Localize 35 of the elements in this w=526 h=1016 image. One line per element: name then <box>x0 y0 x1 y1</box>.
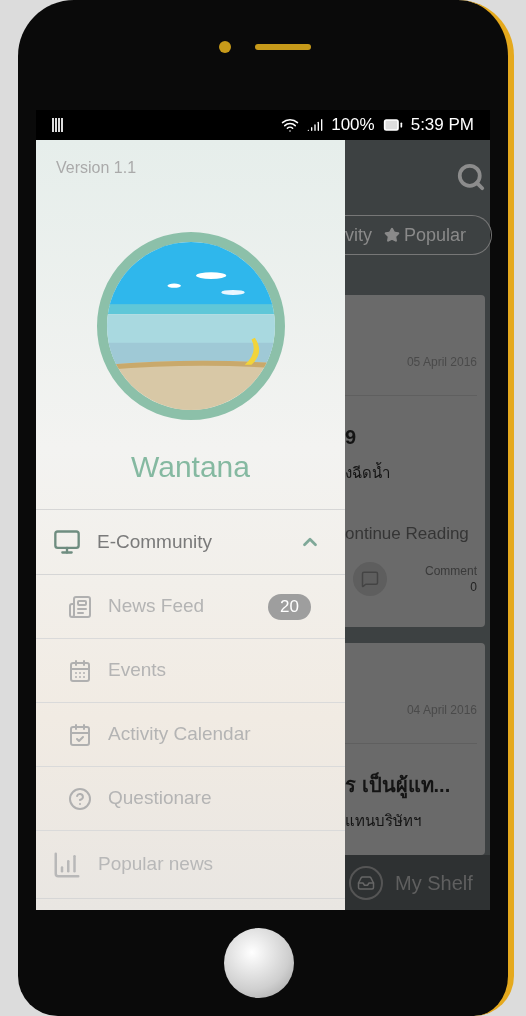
shelf-icon <box>357 873 375 892</box>
count-badge: 20 <box>268 593 311 620</box>
menu-label: E-Community <box>97 529 214 554</box>
newspaper-icon <box>68 594 92 619</box>
search-icon[interactable] <box>456 162 486 192</box>
calendar-icon <box>68 658 92 683</box>
card-title: ร เป็นผู้แท... <box>345 770 477 800</box>
tab[interactable]: vity <box>345 221 372 249</box>
battery-percent: 100% <box>331 114 375 137</box>
barcode-icon <box>52 118 64 132</box>
card-title: 9 <box>345 425 358 450</box>
comment-count: 0 <box>470 579 477 595</box>
version-label: Version 1.1 <box>56 158 137 178</box>
star-icon <box>384 227 400 243</box>
comment-button[interactable] <box>353 562 387 596</box>
tab[interactable]: Popular <box>384 221 467 249</box>
clock: 5:39 PM <box>410 114 474 137</box>
user-name: Wantana <box>131 449 250 485</box>
menu-item[interactable]: News Feed 20 <box>36 575 345 639</box>
signal-icon <box>307 117 324 133</box>
menu-label: Events <box>108 658 168 683</box>
wifi-icon <box>281 116 300 134</box>
menu-group[interactable]: E-Community <box>36 510 345 575</box>
question-icon <box>68 786 92 811</box>
community-icon <box>53 528 81 556</box>
shelf-button[interactable] <box>349 865 383 900</box>
menu-label: Activity Calendar <box>108 722 252 747</box>
menu-label: News Feed <box>108 594 206 619</box>
camera-icon <box>219 41 231 53</box>
calendar-check-icon <box>68 722 92 747</box>
comment-icon <box>361 570 379 588</box>
card-excerpt: แทนบริษัทฯ <box>345 811 422 831</box>
card-excerpt: งฉีดน้ำ <box>345 462 391 483</box>
speaker-icon <box>255 44 311 50</box>
menu-label: Questionare <box>108 786 213 811</box>
